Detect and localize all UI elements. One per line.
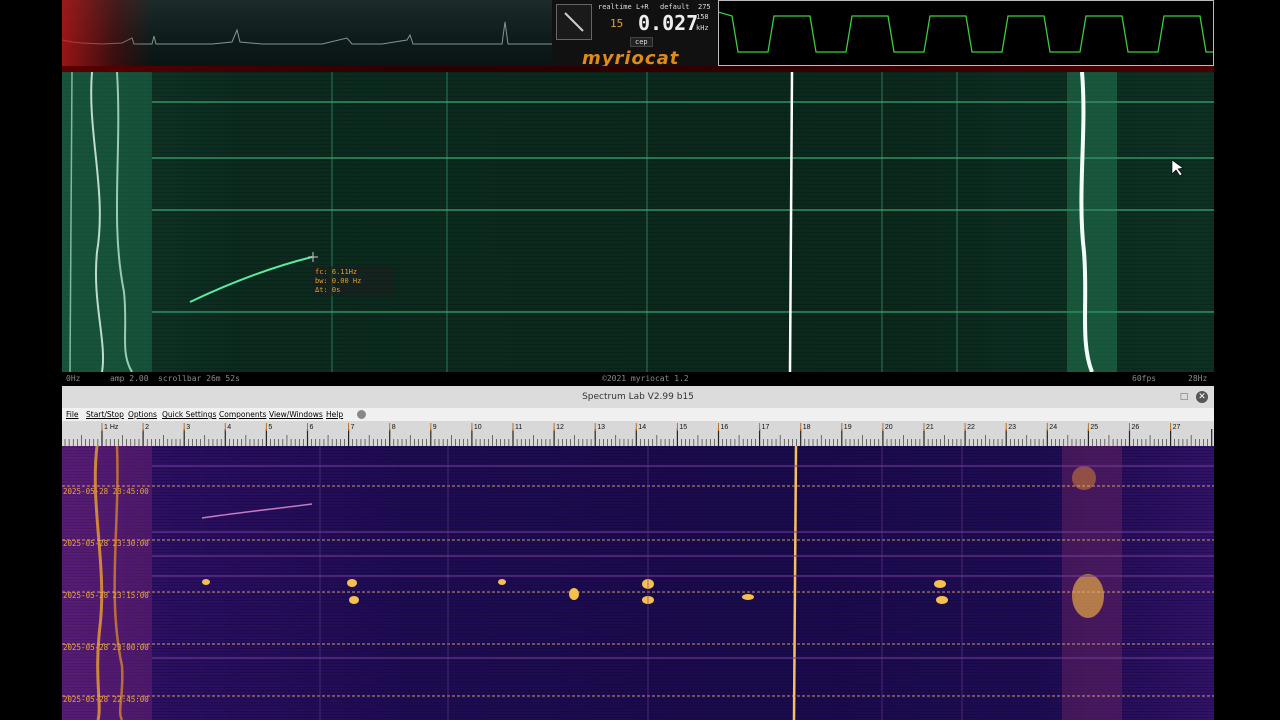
timestamp-label: 2025-05-28 22:45:00 xyxy=(63,695,149,704)
timestamp-label: 2025-05-28 23:30:00 xyxy=(63,539,149,548)
status-copyright: ©2021 myriocat 1.2 xyxy=(602,374,689,383)
frequency-readout: 0.027 xyxy=(638,11,699,35)
mouse-cursor-icon xyxy=(1171,159,1184,177)
timestamp-label: 2025-05-28 23:00:00 xyxy=(63,643,149,652)
frequency-ruler[interactable]: 1 Hz 2 3 4 5 6 7 8 9 10 11 12 13 14 15 16 17 18 19 20 21 22 23… xyxy=(62,421,1214,446)
ruler-label: 2 xyxy=(145,424,149,431)
tooltip-fc: fc: 6.11Hz xyxy=(315,268,358,276)
ruler-label: 22 xyxy=(967,424,975,431)
frequency-top-value: 158 xyxy=(696,13,709,21)
status-scrollbar: scrollbar 26m 52s xyxy=(158,374,240,383)
ruler-label: 8 xyxy=(392,424,396,431)
spectrum-waterfall[interactable]: 2025-05-28 23:45:00 2025-05-28 23:30:00 … xyxy=(62,446,1214,720)
ruler-label: 24 xyxy=(1049,424,1057,431)
menu-file[interactable]: File xyxy=(66,410,79,419)
menu-start-stop[interactable]: Start/Stop xyxy=(86,410,124,419)
status-amp: amp 2.00 xyxy=(110,374,149,383)
control-panel: realtime L+R default 275 15 0.027 158 kH… xyxy=(552,0,718,72)
menu-view-windows[interactable]: View/Windows xyxy=(269,410,323,419)
tooltip-bw: bw: 0.00 Hz xyxy=(315,277,362,285)
ruler-label: 20 xyxy=(885,424,893,431)
preset-value: 275 xyxy=(698,3,711,11)
ruler-label: 14 xyxy=(638,424,646,431)
ruler-label: 21 xyxy=(926,424,934,431)
ruler-label: 27 xyxy=(1173,424,1181,431)
ruler-label: 6 xyxy=(310,424,314,431)
status-indicator-icon xyxy=(357,410,366,419)
ruler-label: 13 xyxy=(597,424,605,431)
oscilloscope-view xyxy=(718,0,1214,66)
menu-components[interactable]: Components xyxy=(219,410,266,419)
menu-quick-settings[interactable]: Quick Settings xyxy=(162,410,216,419)
gain-readout: 15 xyxy=(610,17,624,30)
ruler-label: 17 xyxy=(762,424,770,431)
window-title: Spectrum Lab V2.99 b15 xyxy=(582,392,694,402)
frequency-unit: kHz xyxy=(696,24,709,32)
ruler-label: 5 xyxy=(268,424,272,431)
timestamp-label: 2025-05-28 23:15:00 xyxy=(63,591,149,600)
menu-help[interactable]: Help xyxy=(326,410,343,419)
close-icon[interactable]: ✕ xyxy=(1196,391,1208,403)
tooltip-dt: Δt: 0s xyxy=(315,286,341,294)
channel-label[interactable]: L+R xyxy=(636,3,649,11)
mode-label[interactable]: realtime xyxy=(598,3,632,11)
menu-bar: File Start/Stop Options Quick Settings C… xyxy=(62,408,1214,421)
ruler-label: 4 xyxy=(227,424,231,431)
green-status-bar: 0Hz amp 2.00 scrollbar 26m 52s ©2021 myr… xyxy=(62,372,1214,386)
status-end-frequency: 28Hz xyxy=(1188,374,1208,383)
preset-label[interactable]: default xyxy=(660,3,690,11)
cursor-tooltip: fc: 6.11Hz bw: 0.00 Hz Δt: 0s xyxy=(312,266,394,296)
ruler-label: 1 Hz xyxy=(104,424,119,431)
ruler-label: 18 xyxy=(803,424,811,431)
window-title-bar[interactable]: Spectrum Lab V2.99 b15 □ ✕ xyxy=(62,386,1214,408)
cep-button[interactable]: cep xyxy=(630,37,653,47)
tuning-knob-icon[interactable] xyxy=(556,4,592,40)
ruler-label: 3 xyxy=(186,424,190,431)
ruler-label: 23 xyxy=(1008,424,1016,431)
green-waterfall[interactable] xyxy=(62,72,1214,372)
signal-level-band xyxy=(62,0,152,72)
ruler-label: 11 xyxy=(515,424,522,431)
ruler-label: 16 xyxy=(721,424,729,431)
ruler-label: 25 xyxy=(1090,424,1098,431)
status-start-frequency: 0Hz xyxy=(66,374,81,383)
ruler-label: 7 xyxy=(351,424,355,431)
ruler-label: 19 xyxy=(844,424,852,431)
ruler-label: 12 xyxy=(556,424,564,431)
status-fps: 60fps xyxy=(1132,374,1157,383)
ruler-label: 9 xyxy=(433,424,437,431)
timestamp-label: 2025-05-28 23:45:00 xyxy=(63,487,149,496)
ruler-label: 26 xyxy=(1132,424,1140,431)
ruler-label: 10 xyxy=(474,424,482,431)
restore-icon[interactable]: □ xyxy=(1178,391,1190,403)
ruler-label: 15 xyxy=(679,424,687,431)
menu-options[interactable]: Options xyxy=(128,410,157,419)
